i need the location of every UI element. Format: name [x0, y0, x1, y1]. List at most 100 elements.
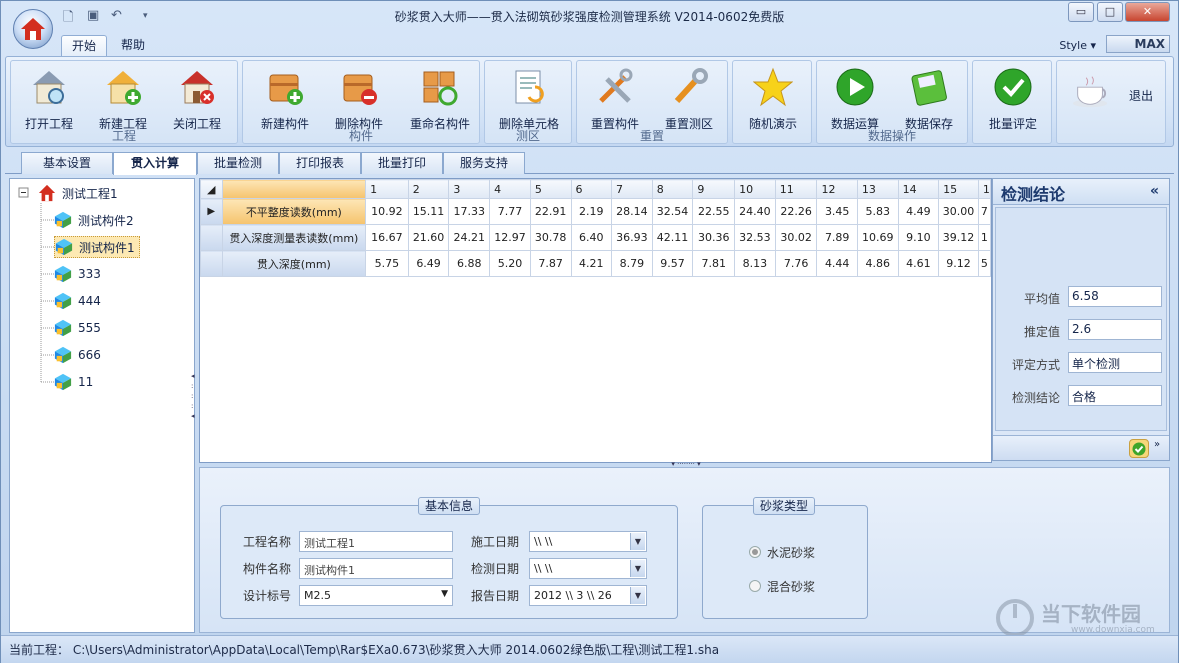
- compute-data-button[interactable]: 数据运算: [823, 65, 887, 131]
- grid-cell[interactable]: 9.10: [897, 224, 940, 251]
- mixed-mortar-radio[interactable]: [749, 580, 761, 592]
- grid-cell[interactable]: 15.11: [407, 198, 450, 225]
- grid-cell[interactable]: 24.21: [448, 224, 491, 251]
- grid-cell[interactable]: 5: [977, 250, 991, 277]
- grid-cell[interactable]: 7.76: [774, 250, 818, 277]
- build-date-picker[interactable]: \\ \\ ▼: [529, 531, 647, 552]
- delete-member-button[interactable]: 删除构件: [327, 65, 391, 131]
- member-name-input[interactable]: 测试构件1: [299, 558, 453, 579]
- grid-cell[interactable]: 4.21: [570, 250, 613, 277]
- grid-column-header[interactable]: 4: [489, 179, 531, 199]
- random-demo-button[interactable]: 随机演示: [741, 65, 805, 131]
- grid-column-header[interactable]: 13: [856, 179, 899, 199]
- row-selector[interactable]: [200, 250, 223, 277]
- grid-cell[interactable]: 30.78: [529, 224, 572, 251]
- grid-cell[interactable]: 32.53: [734, 224, 776, 251]
- close-window-button[interactable]: ✕: [1125, 2, 1170, 22]
- grid-cell[interactable]: 10.69: [856, 224, 899, 251]
- ribbon-tab-help[interactable]: 帮助: [111, 35, 155, 57]
- grid-column-header[interactable]: 2: [407, 179, 450, 199]
- batch-evaluate-button[interactable]: 批量评定: [981, 65, 1045, 131]
- open-project-button[interactable]: 打开工程: [17, 65, 81, 131]
- grid-cell[interactable]: 4.44: [816, 250, 858, 277]
- tree-node[interactable]: 测试构件1: [54, 236, 140, 258]
- grid-cell[interactable]: 30.02: [774, 224, 818, 251]
- tree-node[interactable]: 444: [54, 290, 101, 312]
- tree-node[interactable]: 555: [54, 317, 101, 339]
- grid-cell[interactable]: 1: [977, 224, 991, 251]
- tree-node[interactable]: 测试构件2: [54, 209, 134, 231]
- app-menu-button[interactable]: [13, 9, 53, 49]
- grid-cell[interactable]: 6.40: [570, 224, 613, 251]
- tab-print-report[interactable]: 打印报表: [279, 152, 361, 174]
- grid-cell[interactable]: 7.89: [816, 224, 858, 251]
- cement-mortar-radio[interactable]: [749, 546, 761, 558]
- grid-column-header[interactable]: 10: [734, 179, 776, 199]
- grid-cell[interactable]: 5.83: [856, 198, 899, 225]
- grid-cell[interactable]: 24.40: [734, 198, 776, 225]
- reset-member-button[interactable]: 重置构件: [583, 65, 647, 131]
- grid-cell[interactable]: 16.67: [365, 224, 409, 251]
- ok-check-icon[interactable]: [1129, 439, 1149, 458]
- grid-column-header[interactable]: 8: [651, 179, 694, 199]
- conclusion-value[interactable]: 合格: [1068, 385, 1162, 406]
- grid-cell[interactable]: 36.93: [611, 224, 653, 251]
- grid-cell[interactable]: 7: [977, 198, 991, 225]
- grid-column-header[interactable]: 7: [611, 179, 653, 199]
- grid-cell[interactable]: 6.88: [448, 250, 491, 277]
- grid-column-header[interactable]: 1: [977, 179, 991, 199]
- tab-basic-settings[interactable]: 基本设置: [21, 152, 113, 174]
- design-grade-select[interactable]: M2.5 ▼: [299, 585, 453, 606]
- splitter-handle[interactable]: ◂::: ◂: [191, 371, 197, 441]
- tab-batch-test[interactable]: 批量检测: [197, 152, 279, 174]
- grid-cell[interactable]: 42.11: [651, 224, 694, 251]
- grid-cell[interactable]: 6.49: [407, 250, 450, 277]
- grid-cell[interactable]: 22.91: [529, 198, 572, 225]
- tree-node[interactable]: 666: [54, 344, 101, 366]
- grid-cell[interactable]: 30.00: [938, 198, 979, 225]
- grid-cell[interactable]: 5.75: [365, 250, 409, 277]
- grid-cell[interactable]: 8.13: [734, 250, 776, 277]
- grid-column-header[interactable]: 3: [448, 179, 491, 199]
- tab-penetration-calc[interactable]: 贯入计算: [113, 152, 197, 175]
- grid-cell[interactable]: 28.14: [611, 198, 653, 225]
- close-project-button[interactable]: 关闭工程: [165, 65, 229, 131]
- grid-cell[interactable]: 4.61: [897, 250, 940, 277]
- tab-batch-print[interactable]: 批量打印: [361, 152, 443, 174]
- grid-cell[interactable]: 7.87: [529, 250, 572, 277]
- minimize-button[interactable]: ▭: [1068, 2, 1094, 22]
- grid-column-header[interactable]: 11: [774, 179, 818, 199]
- exit-button[interactable]: 退出: [1061, 65, 1161, 131]
- dropdown-arrow-icon[interactable]: ▼: [630, 533, 645, 550]
- grid-cell[interactable]: 32.54: [651, 198, 694, 225]
- tree-node[interactable]: 11: [54, 371, 93, 393]
- grid-cell[interactable]: 4.49: [897, 198, 940, 225]
- dropdown-arrow-icon[interactable]: ▼: [630, 560, 645, 577]
- grid-cell[interactable]: 9.57: [651, 250, 694, 277]
- grid-cell[interactable]: 21.60: [407, 224, 450, 251]
- grid-column-header[interactable]: 6: [570, 179, 613, 199]
- grid-column-header[interactable]: 12: [816, 179, 858, 199]
- row-selector[interactable]: ▶: [200, 198, 223, 225]
- grid-cell[interactable]: 10.92: [365, 198, 409, 225]
- grid-cell[interactable]: 22.55: [692, 198, 736, 225]
- report-date-picker[interactable]: 2012 \\ 3 \\ 26 ▼: [529, 585, 647, 606]
- grid-corner[interactable]: ◢: [200, 179, 223, 199]
- grid-cell[interactable]: 4.86: [856, 250, 899, 277]
- collapse-icon[interactable]: «: [1150, 183, 1159, 199]
- grid-column-header[interactable]: 14: [897, 179, 940, 199]
- tree-root[interactable]: 测试工程1: [38, 182, 118, 204]
- tab-service-support[interactable]: 服务支持: [443, 152, 525, 174]
- tree-node[interactable]: 333: [54, 263, 101, 285]
- test-date-picker[interactable]: \\ \\ ▼: [529, 558, 647, 579]
- grid-cell[interactable]: 12.97: [489, 224, 531, 251]
- rename-member-button[interactable]: 重命名构件: [403, 65, 477, 131]
- grid-cell[interactable]: 9.12: [938, 250, 979, 277]
- save-data-button[interactable]: 数据保存: [897, 65, 961, 131]
- row-selector[interactable]: [200, 224, 223, 251]
- grid-column-header[interactable]: 9: [692, 179, 736, 199]
- dropdown-arrow-icon[interactable]: ▼: [630, 587, 645, 604]
- grid-cell[interactable]: 8.79: [611, 250, 653, 277]
- new-project-button[interactable]: 新建工程: [91, 65, 155, 131]
- grid-cell[interactable]: 5.20: [489, 250, 531, 277]
